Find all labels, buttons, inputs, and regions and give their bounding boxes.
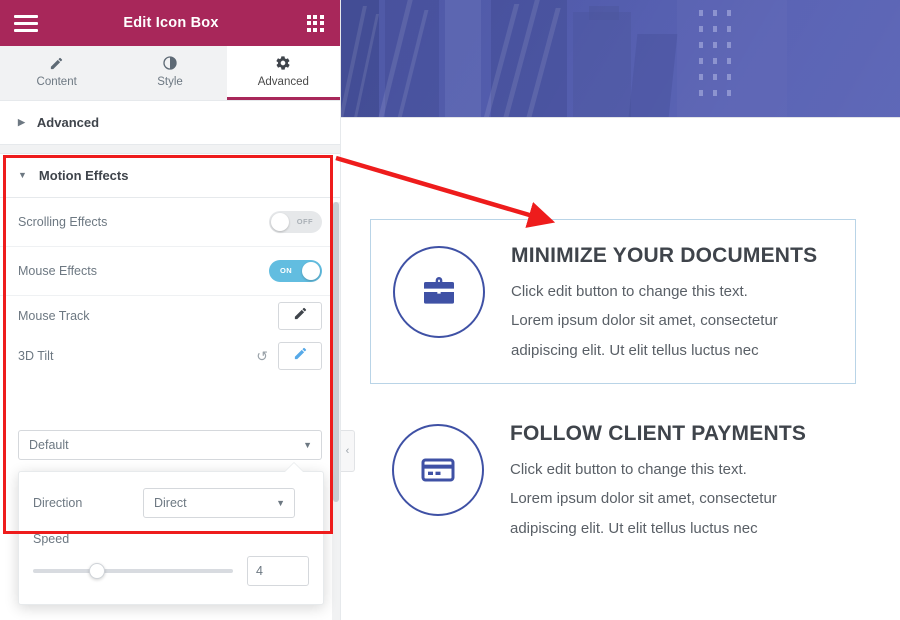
tilt-3d-edit-button[interactable] bbox=[278, 342, 322, 370]
mouse-track-edit-button[interactable] bbox=[278, 301, 322, 330]
panel-body: ▶ Advanced ▼ Motion Effects Scrolling Ef… bbox=[0, 101, 340, 620]
section-motion-effects[interactable]: ▼ Motion Effects bbox=[0, 154, 340, 198]
icon-box-2-line1: Click edit button to change this text. bbox=[510, 461, 747, 479]
elementor-editor: Edit Icon Box Content Style Advanced ▶ A… bbox=[0, 0, 900, 620]
direction-select-wrap: Direct ▼ bbox=[143, 488, 295, 518]
tilt-settings-popover: Direction Direct ▼ Speed bbox=[18, 471, 324, 605]
speed-label: Speed bbox=[33, 532, 70, 546]
scrolling-effects-toggle[interactable]: OFF bbox=[269, 211, 322, 233]
mouse-effects-state: ON bbox=[280, 266, 293, 275]
icon-box-2-body: FOLLOW CLIENT PAYMENTS Click edit button… bbox=[510, 420, 838, 543]
chevron-right-icon: ▶ bbox=[18, 117, 25, 127]
contrast-icon bbox=[162, 55, 178, 71]
icon-box-1[interactable]: MINIMIZE YOUR DOCUMENTS Click edit butto… bbox=[370, 219, 856, 384]
toggle-knob bbox=[302, 262, 320, 280]
credit-card-icon bbox=[392, 423, 484, 516]
tilt-3d-label: 3D Tilt bbox=[18, 349, 54, 363]
chevron-down-icon: ▼ bbox=[18, 170, 27, 180]
slider-thumb[interactable] bbox=[89, 563, 105, 579]
speed-slider[interactable] bbox=[33, 561, 233, 581]
pencil-icon bbox=[293, 306, 308, 326]
section-divider bbox=[0, 145, 340, 154]
tab-content[interactable]: Content bbox=[0, 46, 114, 100]
scrolling-effects-label: Scrolling Effects bbox=[18, 215, 108, 229]
control-scrolling-effects: Scrolling Effects OFF bbox=[0, 198, 340, 247]
speed-slider-row bbox=[33, 556, 309, 586]
icon-box-1-line3: adipiscing elit. Ut elit tellus luctus n… bbox=[511, 341, 759, 359]
briefcase-icon bbox=[393, 246, 485, 338]
icon-box-list: MINIMIZE YOUR DOCUMENTS Click edit butto… bbox=[341, 219, 900, 561]
icon-box-1-line2: Lorem ipsum dolor sit amet, consectetur bbox=[511, 312, 778, 330]
editor-panel: Edit Icon Box Content Style Advanced ▶ A… bbox=[0, 0, 341, 620]
preview-canvas: MINIMIZE YOUR DOCUMENTS Click edit butto… bbox=[341, 0, 900, 620]
mouse-effects-label: Mouse Effects bbox=[18, 264, 97, 278]
control-mouse-effects: Mouse Effects ON bbox=[0, 247, 340, 296]
icon-box-1-title: MINIMIZE YOUR DOCUMENTS bbox=[511, 244, 818, 267]
reset-icon[interactable]: ↺ bbox=[256, 348, 268, 365]
section-advanced-label: Advanced bbox=[36, 115, 100, 130]
grid-icon[interactable] bbox=[304, 12, 326, 34]
tab-content-label: Content bbox=[36, 75, 77, 88]
scrollbar-thumb[interactable] bbox=[333, 202, 339, 502]
icon-box-2-line2: Lorem ipsum dolor sit amet, consectetur bbox=[510, 490, 777, 508]
tab-style[interactable]: Style bbox=[113, 46, 227, 100]
icon-box-2-line3: adipiscing elit. Ut elit tellus luctus n… bbox=[510, 519, 758, 537]
default-select[interactable]: Default bbox=[18, 430, 322, 460]
mouse-effects-toggle[interactable]: ON bbox=[269, 260, 322, 282]
panel-title: Edit Icon Box bbox=[123, 15, 219, 31]
tab-style-label: Style bbox=[157, 76, 183, 88]
control-default-select-row: Default ▼ bbox=[0, 423, 340, 467]
panel-scrollbar[interactable] bbox=[332, 202, 340, 620]
hamburger-icon[interactable] bbox=[14, 14, 38, 32]
gear-icon bbox=[275, 55, 291, 71]
default-select-wrap: Default ▼ bbox=[18, 430, 322, 460]
tab-advanced[interactable]: Advanced bbox=[226, 46, 340, 100]
icon-box-1-body: MINIMIZE YOUR DOCUMENTS Click edit butto… bbox=[511, 242, 837, 365]
panel-tabs: Content Style Advanced bbox=[0, 46, 340, 101]
control-3d-tilt: 3D Tilt ↺ bbox=[0, 335, 340, 377]
panel-header: Edit Icon Box bbox=[0, 0, 340, 46]
toggle-knob bbox=[271, 213, 289, 231]
mouse-track-label: Mouse Track bbox=[18, 308, 90, 323]
icon-box-2-title: FOLLOW CLIENT PAYMENTS bbox=[510, 421, 807, 445]
section-advanced[interactable]: ▶ Advanced bbox=[0, 101, 340, 145]
slider-track bbox=[33, 569, 233, 573]
hero-banner-image bbox=[341, 0, 900, 118]
scrolling-effects-state: OFF bbox=[296, 217, 313, 226]
panel-collapse-handle[interactable]: ‹ bbox=[341, 430, 355, 472]
direction-select[interactable]: Direct bbox=[143, 488, 295, 518]
speed-input[interactable] bbox=[247, 556, 309, 586]
tab-advanced-label: Advanced bbox=[257, 76, 309, 88]
pencil-icon bbox=[293, 346, 308, 366]
icon-box-2[interactable]: FOLLOW CLIENT PAYMENTS Click edit button… bbox=[370, 398, 856, 561]
control-mouse-track: Mouse Track bbox=[0, 296, 340, 335]
popover-direction-row: Direction Direct ▼ bbox=[33, 488, 309, 518]
direction-label: Direction bbox=[33, 496, 83, 510]
pencil-icon bbox=[49, 56, 64, 71]
section-motion-effects-label: Motion Effects bbox=[38, 168, 129, 183]
icon-box-1-line1: Click edit button to change this text. bbox=[511, 283, 748, 301]
